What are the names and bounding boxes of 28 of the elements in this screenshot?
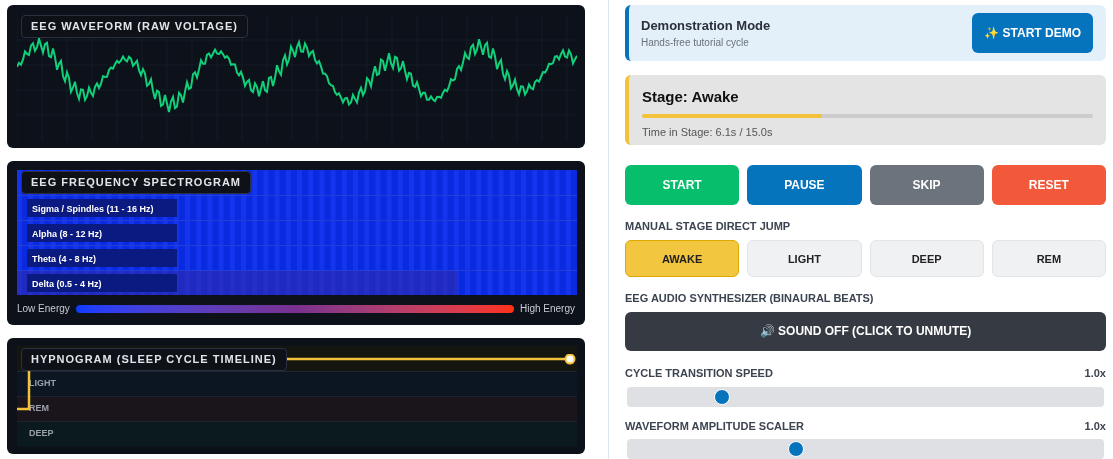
stage-row-label: LIGHT xyxy=(29,377,56,391)
slider-label: WAVEFORM AMPLITUDE SCALER xyxy=(625,418,805,434)
control-button[interactable]: PAUSE xyxy=(747,164,862,205)
slider-label: CYCLE TRANSITION SPEED xyxy=(625,366,773,381)
stage-row-label: REM xyxy=(29,402,49,416)
slider-thumb[interactable] xyxy=(714,388,731,405)
stage-jump-button[interactable]: AWAKE xyxy=(625,240,740,278)
card-title: EEG WAVEFORM (RAW VOLTAGE) xyxy=(21,15,248,38)
demo-title: Demonstration Mode xyxy=(641,16,771,35)
demo-subtitle: Hands-free tutorial cycle xyxy=(641,36,750,51)
legend-label: Low Energy xyxy=(17,302,70,316)
slider-thumb[interactable] xyxy=(788,441,805,457)
sound-toggle-button[interactable]: 🔊 SOUND OFF (CLICK TO UNMUTE) xyxy=(625,311,1106,351)
card-title: EEG FREQUENCY SPECTROGRAM xyxy=(21,171,251,194)
stage-jump-button[interactable]: LIGHT xyxy=(747,240,862,278)
stage-title: Stage: Awake xyxy=(642,86,740,107)
start-demo-button[interactable]: ✨ START DEMO xyxy=(972,12,1093,53)
legend-label: High Energy xyxy=(519,302,575,316)
slider-reading: 1.0x xyxy=(1084,418,1106,434)
stage-jump-button[interactable]: DEEP xyxy=(869,240,984,278)
slider-reading: 1.0x xyxy=(1084,366,1106,381)
section-label: MANUAL STAGE DIRECT JUMP xyxy=(625,218,792,234)
card-title: HYPNOGRAM (SLEEP CYCLE TIMELINE) xyxy=(21,348,287,371)
stage-time: Time in Stage: 6.1s / 15.0s xyxy=(642,125,774,141)
stage-jump-button[interactable]: REM xyxy=(991,240,1106,278)
section-label: EEG AUDIO SYNTHESIZER (BINAURAL BEATS) xyxy=(625,291,875,307)
control-button[interactable]: SKIP xyxy=(869,164,984,205)
stage-row-label: DEEP xyxy=(29,427,54,441)
